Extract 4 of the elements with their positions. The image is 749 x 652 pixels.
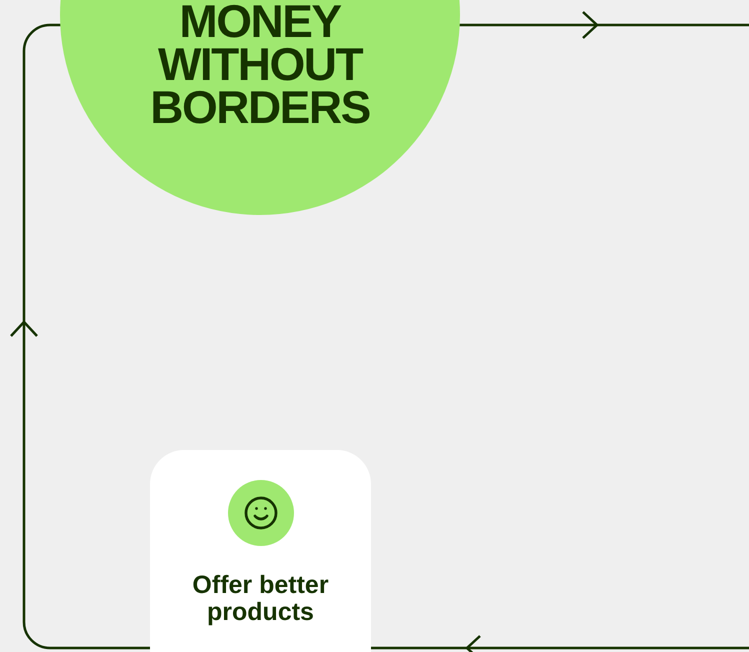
headline-text: BORDERS [150, 86, 370, 129]
headline-text: WITHOUT [158, 43, 362, 86]
headline-text: MONEY [179, 0, 341, 43]
card-title: Offer better products [191, 572, 330, 626]
